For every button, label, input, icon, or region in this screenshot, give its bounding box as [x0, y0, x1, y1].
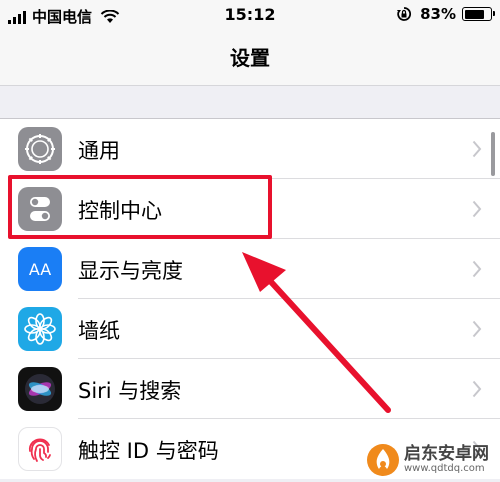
- page-title: 设置: [230, 46, 270, 70]
- section-spacer: [0, 86, 500, 119]
- watermark-logo-icon: [367, 444, 399, 476]
- settings-item-label: 通用: [78, 139, 120, 163]
- settings-item-label: 触控 ID 与密码: [78, 439, 219, 463]
- siri-icon: [18, 367, 62, 411]
- settings-item-label: 墙纸: [78, 319, 120, 343]
- chevron-right-icon: [472, 200, 482, 218]
- status-right: 83%: [396, 5, 495, 23]
- chevron-right-icon: [472, 140, 482, 158]
- settings-item-display-brightness[interactable]: AA 显示与亮度: [0, 239, 500, 299]
- wallpaper-flower-icon: [18, 307, 62, 351]
- settings-item-general[interactable]: 通用: [0, 119, 500, 179]
- fingerprint-icon: [18, 427, 62, 471]
- settings-item-siri-search[interactable]: Siri 与搜索: [0, 359, 500, 419]
- navigation-bar: 设置: [0, 30, 500, 86]
- settings-item-label: 显示与亮度: [78, 259, 183, 283]
- display-brightness-icon: AA: [18, 247, 62, 291]
- settings-item-label: Siri 与搜索: [78, 379, 182, 403]
- watermark: 启东安卓网 www.qdtdq.com: [366, 438, 500, 482]
- settings-item-wallpaper[interactable]: 墙纸: [0, 299, 500, 359]
- highlight-box: [8, 175, 272, 239]
- status-bar: 中国电信 15:12 83%: [0, 0, 500, 30]
- battery-percent: 83%: [420, 5, 456, 23]
- battery-level: [464, 9, 485, 19]
- scrollbar[interactable]: [491, 132, 495, 176]
- settings-list: 通用 控制中心 AA 显示与亮度 墙纸 Siri 与搜索 触控 ID 与密码: [0, 119, 500, 479]
- chevron-right-icon: [472, 380, 482, 398]
- battery-icon: [462, 7, 495, 21]
- watermark-url: www.qdtdq.com: [404, 463, 485, 474]
- orientation-lock-icon: [397, 7, 412, 21]
- chevron-right-icon: [472, 320, 482, 338]
- display-brightness-glyph: AA: [28, 259, 52, 279]
- gear-icon: [18, 127, 62, 171]
- chevron-right-icon: [472, 260, 482, 278]
- watermark-name: 启东安卓网: [404, 444, 489, 464]
